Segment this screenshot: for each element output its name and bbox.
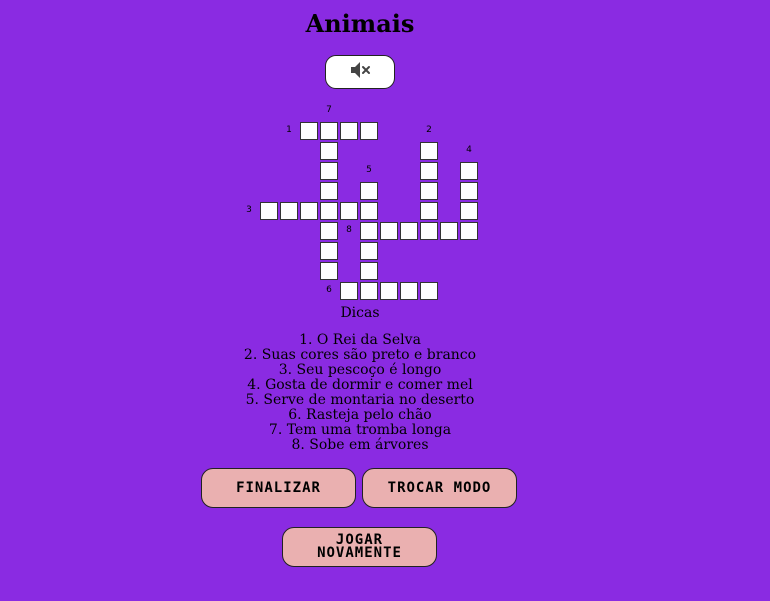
clues-heading: Dicas bbox=[340, 305, 380, 321]
crossword-cell[interactable] bbox=[360, 182, 378, 200]
crossword-cell[interactable] bbox=[300, 122, 318, 140]
clue-number-2: 2 bbox=[426, 125, 432, 135]
crossword-cell[interactable] bbox=[320, 122, 338, 140]
crossword-cell[interactable] bbox=[280, 202, 298, 220]
finish-button[interactable]: FINALIZAR bbox=[201, 468, 356, 508]
crossword-cell[interactable] bbox=[460, 202, 478, 220]
crossword-cell[interactable] bbox=[420, 282, 438, 300]
crossword-cell[interactable] bbox=[340, 122, 358, 140]
switch-mode-button-label: TROCAR MODO bbox=[387, 479, 492, 496]
crossword-cell[interactable] bbox=[320, 202, 338, 220]
crossword-cell[interactable] bbox=[360, 122, 378, 140]
crossword-cell[interactable] bbox=[460, 182, 478, 200]
clue-item: 7. Tem uma tromba longa bbox=[268, 422, 452, 438]
crossword-cell[interactable] bbox=[420, 182, 438, 200]
crossword-cell[interactable] bbox=[460, 162, 478, 180]
crossword-cell[interactable] bbox=[320, 242, 338, 260]
clue-item: 4. Gosta de dormir e comer mel bbox=[247, 377, 473, 393]
crossword-cell[interactable] bbox=[380, 282, 398, 300]
finish-button-label: FINALIZAR bbox=[236, 479, 321, 496]
crossword-cell[interactable] bbox=[340, 202, 358, 220]
crossword-cell[interactable] bbox=[440, 222, 458, 240]
crossword-cell[interactable] bbox=[320, 262, 338, 280]
crossword-cell[interactable] bbox=[420, 202, 438, 220]
crossword-cell[interactable] bbox=[360, 262, 378, 280]
clue-item: 6. Rasteja pelo chão bbox=[288, 407, 432, 423]
clue-number-5: 5 bbox=[366, 165, 372, 175]
crossword-cell[interactable] bbox=[420, 162, 438, 180]
crossword-cell[interactable] bbox=[360, 242, 378, 260]
crossword-cell[interactable] bbox=[420, 142, 438, 160]
crossword-grid: 1 2 3 4 5 6 7 8 bbox=[0, 0, 770, 300]
play-again-label-line2: NOVAMENTE bbox=[317, 545, 402, 561]
clue-item: 1. O Rei da Selva bbox=[299, 332, 421, 348]
crossword-cell[interactable] bbox=[400, 222, 418, 240]
switch-mode-button[interactable]: TROCAR MODO bbox=[362, 468, 517, 508]
clue-number-4: 4 bbox=[466, 145, 472, 155]
clue-item: 5. Serve de montaria no deserto bbox=[245, 392, 475, 408]
crossword-cell[interactable] bbox=[420, 222, 438, 240]
clue-item: 2. Suas cores são preto e branco bbox=[243, 347, 477, 363]
clue-number-8: 8 bbox=[346, 225, 352, 235]
crossword-cell[interactable] bbox=[360, 202, 378, 220]
crossword-cell[interactable] bbox=[320, 222, 338, 240]
crossword-cell[interactable] bbox=[300, 202, 318, 220]
crossword-cell[interactable] bbox=[360, 282, 378, 300]
crossword-cell[interactable] bbox=[360, 222, 378, 240]
crossword-cell[interactable] bbox=[380, 222, 398, 240]
crossword-cell[interactable] bbox=[320, 182, 338, 200]
clue-number-3: 3 bbox=[246, 205, 252, 215]
crossword-cell[interactable] bbox=[340, 282, 358, 300]
clue-number-7: 7 bbox=[326, 105, 332, 115]
crossword-cell[interactable] bbox=[260, 202, 278, 220]
crossword-cell[interactable] bbox=[320, 142, 338, 160]
clue-item: 8. Sobe em árvores bbox=[291, 437, 429, 453]
clue-number-1: 1 bbox=[286, 125, 292, 135]
clue-item: 3. Seu pescoço é longo bbox=[278, 362, 442, 378]
crossword-cell[interactable] bbox=[320, 162, 338, 180]
crossword-cell[interactable] bbox=[460, 222, 478, 240]
clue-number-6: 6 bbox=[326, 285, 332, 295]
play-again-button[interactable]: JOGAR NOVAMENTE bbox=[282, 527, 437, 567]
clue-list: 1. O Rei da Selva 2. Suas cores são preto… bbox=[0, 333, 720, 453]
crossword-cell[interactable] bbox=[400, 282, 418, 300]
